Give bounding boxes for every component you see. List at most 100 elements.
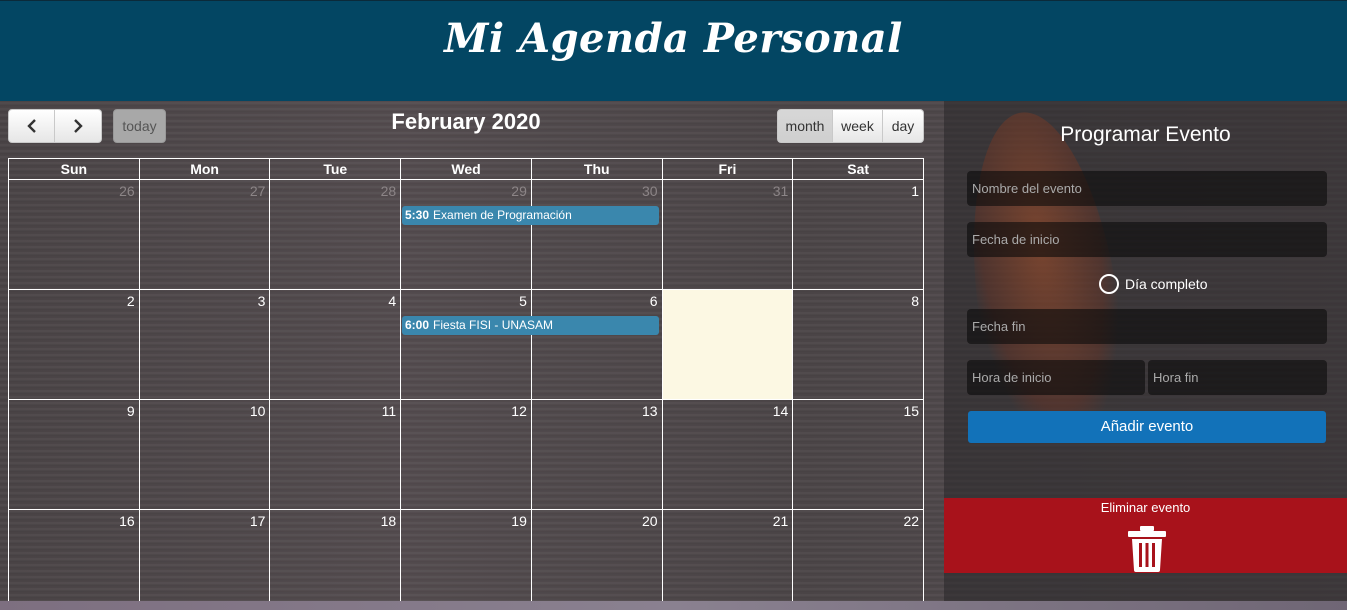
- day-number: 5: [519, 293, 527, 309]
- event-time: 6:00: [405, 318, 430, 332]
- view-switcher: month week day: [777, 109, 924, 143]
- day-cell[interactable]: 5: [401, 290, 532, 399]
- day-cell[interactable]: 3: [140, 290, 271, 399]
- day-cell[interactable]: 19: [401, 510, 532, 610]
- day-cell[interactable]: 31: [663, 180, 794, 289]
- day-cell[interactable]: 14: [663, 400, 794, 509]
- day-cell[interactable]: 16: [9, 510, 140, 610]
- all-day-label: Día completo: [1125, 276, 1208, 292]
- event-title: Fiesta FISI - UNASAM: [433, 318, 554, 332]
- day-cell[interactable]: 6: [532, 290, 663, 399]
- week-row-1: 26 27 28 29 30 31 1 5:30 Examen de Progra…: [8, 180, 925, 290]
- calendar-title: February 2020: [391, 109, 541, 134]
- day-number: 6: [649, 293, 658, 309]
- prev-button[interactable]: [8, 109, 55, 143]
- day-cell[interactable]: 21: [663, 510, 794, 610]
- start-time-input[interactable]: Hora de inicio: [967, 360, 1145, 395]
- day-number: 19: [511, 513, 527, 529]
- app-header: Mi Agenda Personal: [0, 0, 1347, 101]
- day-number: 18: [380, 513, 397, 529]
- day-cell[interactable]: 12: [401, 400, 532, 509]
- next-button[interactable]: [55, 109, 102, 143]
- day-of-week-header: Sun Mon Tue Wed Thu Fri Sat: [8, 158, 925, 180]
- today-button[interactable]: today: [113, 109, 166, 143]
- day-cell-today[interactable]: [662, 290, 794, 399]
- chevron-left-icon: [26, 119, 36, 133]
- day-cell[interactable]: 1: [793, 180, 925, 289]
- day-number: 14: [772, 403, 789, 419]
- day-cell[interactable]: 11: [270, 400, 402, 509]
- day-cell[interactable]: 22: [793, 510, 925, 610]
- day-number: 17: [249, 513, 266, 529]
- nav-button-group: [8, 109, 102, 143]
- day-cell[interactable]: 20: [532, 510, 663, 610]
- day-number: 27: [249, 183, 266, 199]
- day-cell[interactable]: 28: [270, 180, 402, 289]
- chevron-right-icon: [74, 119, 83, 133]
- delete-event-dropzone[interactable]: Eliminar evento: [944, 498, 1347, 573]
- dow-tue: Tue: [270, 159, 402, 179]
- add-event-button[interactable]: Añadir evento: [968, 411, 1326, 443]
- start-date-input[interactable]: Fecha de inicio: [967, 222, 1327, 257]
- day-number: 10: [249, 403, 266, 419]
- day-number: 31: [772, 183, 789, 199]
- day-number: 3: [257, 293, 266, 309]
- dow-thu: Thu: [532, 159, 663, 179]
- event-name-input[interactable]: Nombre del evento: [967, 171, 1327, 206]
- view-day-button[interactable]: day: [883, 109, 924, 143]
- end-date-input[interactable]: Fecha fin: [967, 309, 1327, 344]
- view-week-button[interactable]: week: [833, 109, 883, 143]
- day-number: 16: [119, 513, 135, 529]
- calendar-event[interactable]: 6:00 Fiesta FISI - UNASAM: [402, 316, 659, 335]
- day-number: 9: [126, 403, 135, 419]
- day-number: 29: [511, 183, 527, 199]
- day-cell[interactable]: 26: [9, 180, 140, 289]
- delete-event-label: Eliminar evento: [1100, 500, 1191, 515]
- end-time-input[interactable]: Hora fin: [1148, 360, 1327, 395]
- day-number: 11: [381, 403, 397, 419]
- day-number: 26: [119, 183, 135, 199]
- event-time: 5:30: [405, 208, 430, 222]
- bottom-background-strip: [0, 601, 1347, 610]
- week-row-3: 9 10 11 12 13 14 15: [8, 400, 925, 510]
- day-cell[interactable]: 2: [9, 290, 140, 399]
- day-number: 28: [380, 183, 397, 199]
- day-cell[interactable]: 30: [532, 180, 663, 289]
- calendar-toolbar: today February 2020 month week day: [8, 109, 924, 143]
- dow-fri: Fri: [663, 159, 794, 179]
- day-cell[interactable]: 15: [793, 400, 925, 509]
- day-cell[interactable]: 8: [793, 290, 925, 399]
- dow-wed: Wed: [401, 159, 532, 179]
- day-cell[interactable]: 10: [140, 400, 271, 509]
- event-title: Examen de Programación: [433, 208, 572, 222]
- day-number: 1: [911, 183, 920, 199]
- day-cell[interactable]: 17: [140, 510, 271, 610]
- app-title: Mi Agenda Personal: [444, 15, 903, 62]
- calendar-event[interactable]: 5:30 Examen de Programación: [402, 206, 659, 225]
- day-number: 2: [126, 293, 135, 309]
- day-cell[interactable]: 29: [401, 180, 532, 289]
- day-number: 22: [903, 513, 920, 529]
- day-number: 12: [511, 403, 527, 419]
- day-number: 13: [642, 403, 658, 419]
- day-cell[interactable]: 18: [270, 510, 402, 610]
- day-number: 30: [642, 183, 658, 199]
- day-number: 8: [911, 293, 920, 309]
- dow-sat: Sat: [793, 159, 925, 179]
- day-number: 20: [642, 513, 658, 529]
- day-number: 21: [772, 513, 789, 529]
- day-cell[interactable]: 9: [9, 400, 140, 509]
- day-cell[interactable]: 4: [270, 290, 402, 399]
- all-day-toggle[interactable]: Día completo: [1099, 273, 1207, 295]
- form-title: Programar Evento: [1060, 123, 1231, 146]
- week-row-4: 16 17 18 19 20 21 22: [8, 510, 925, 610]
- day-cell[interactable]: 13: [532, 400, 663, 509]
- day-cell[interactable]: 27: [140, 180, 271, 289]
- month-grid: Sun Mon Tue Wed Thu Fri Sat 26 27 28 29 …: [8, 158, 925, 610]
- dow-sun: Sun: [9, 159, 140, 179]
- week-row-2: 2 3 4 5 6 8 6:00 Fiesta FISI - UNASAM: [8, 290, 925, 400]
- day-number: 15: [903, 403, 920, 419]
- view-month-button[interactable]: month: [777, 109, 833, 143]
- day-number: 4: [388, 293, 397, 309]
- all-day-radio[interactable]: [1099, 274, 1119, 294]
